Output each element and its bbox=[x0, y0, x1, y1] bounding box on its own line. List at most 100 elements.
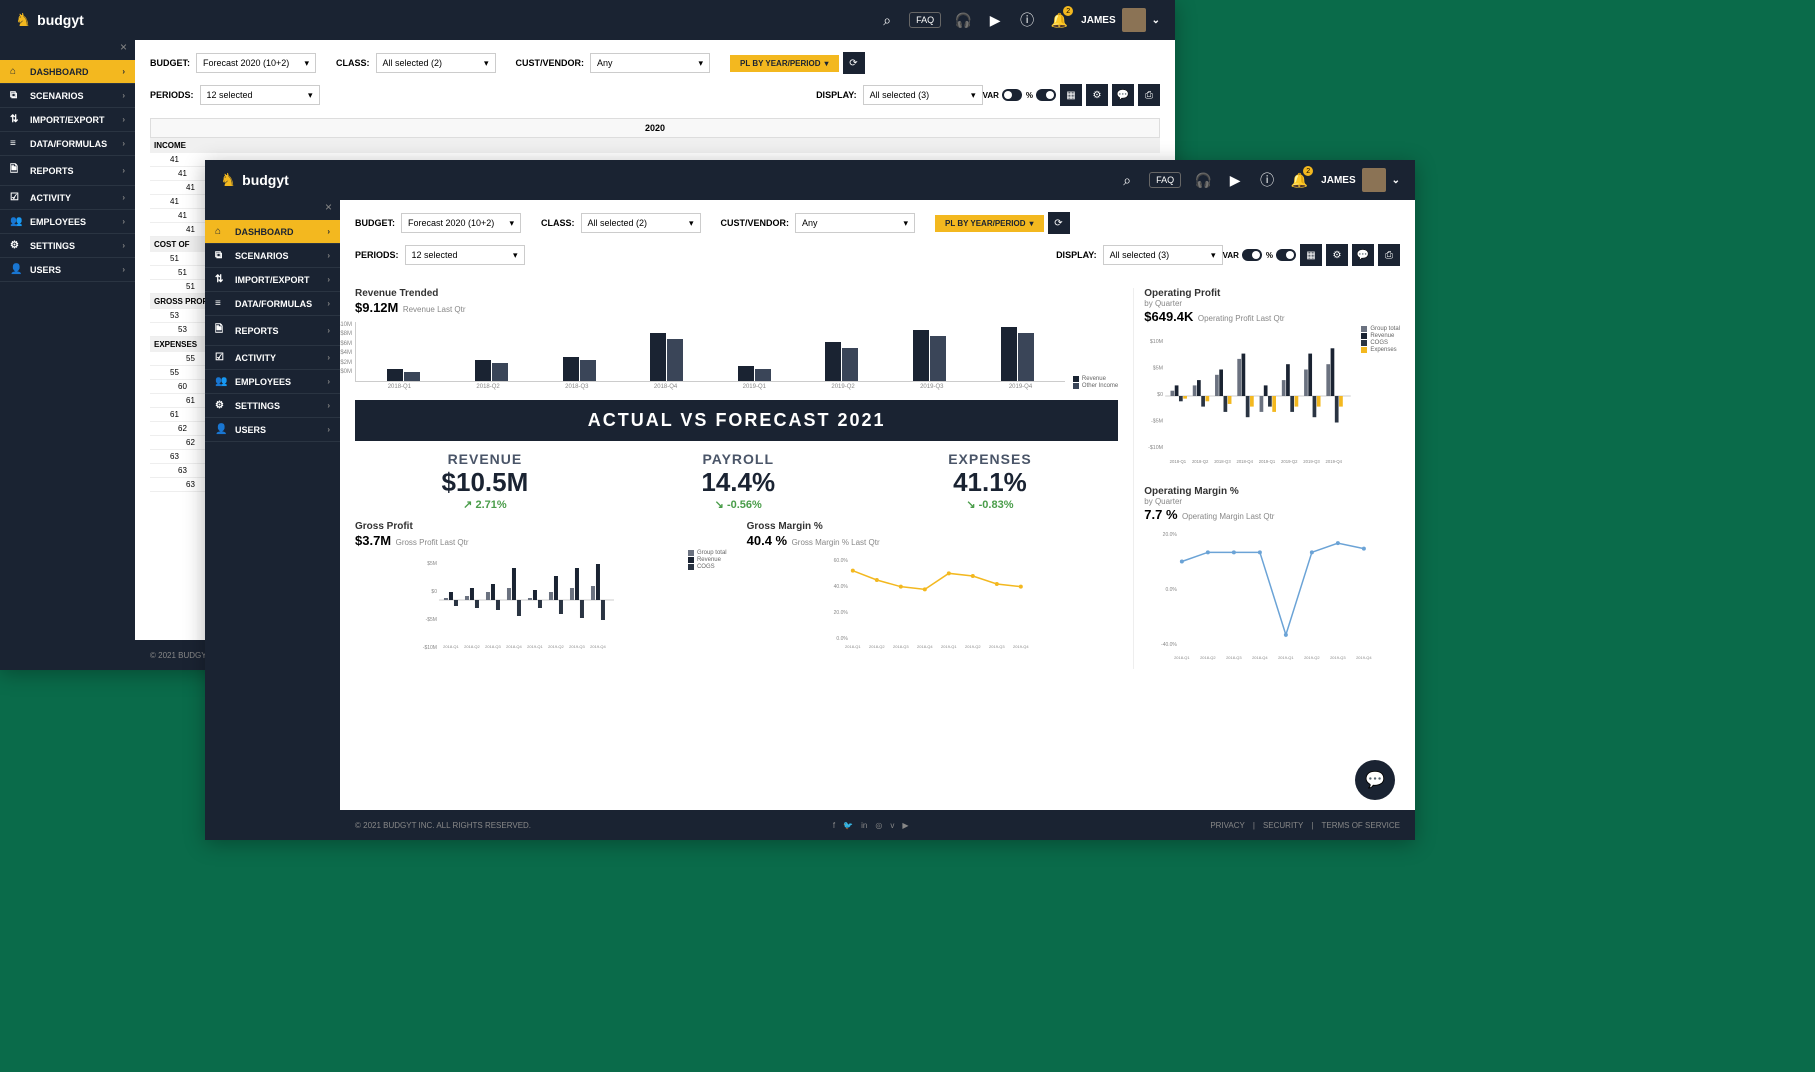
chat-fab[interactable]: 💬 bbox=[1355, 760, 1395, 800]
budget-select[interactable]: Forecast 2020 (10+2)▾ bbox=[401, 213, 521, 233]
sidebar-item-scenarios[interactable]: ⧉SCENARIOS› bbox=[0, 84, 135, 108]
privacy-link[interactable]: PRIVACY bbox=[1210, 821, 1245, 830]
sidebar-item-settings[interactable]: ⚙SETTINGS› bbox=[205, 394, 340, 418]
bell-icon[interactable]: 🔔2 bbox=[1049, 10, 1069, 30]
income-section: INCOME bbox=[150, 138, 1160, 153]
class-select[interactable]: All selected (2)▾ bbox=[581, 213, 701, 233]
headset-icon[interactable]: 🎧 bbox=[1193, 170, 1213, 190]
svg-text:2018-Q1: 2018-Q1 bbox=[443, 644, 459, 649]
svg-text:2018-Q4: 2018-Q4 bbox=[1252, 655, 1268, 660]
sidebar-item-employees[interactable]: 👥EMPLOYEES› bbox=[0, 210, 135, 234]
instagram-icon[interactable]: ◎ bbox=[875, 821, 882, 830]
export-button[interactable]: ⎙ bbox=[1138, 84, 1160, 106]
gross-profit-svg: $5M$0-$5M-$10M 2018-Q12018-Q22018-Q32018… bbox=[355, 550, 683, 650]
security-link[interactable]: SECURITY bbox=[1263, 821, 1303, 830]
svg-text:2019-Q2: 2019-Q2 bbox=[1281, 459, 1298, 464]
file-icon: 🗎 bbox=[215, 322, 227, 339]
class-select[interactable]: All selected (2)▾ bbox=[376, 53, 496, 73]
youtube-icon[interactable]: ▶ bbox=[902, 821, 908, 830]
sidebar-item-data[interactable]: ≡DATA/FORMULAS› bbox=[0, 132, 135, 156]
sidebar-item-reports[interactable]: 🗎REPORTS› bbox=[0, 156, 135, 186]
var-toggle[interactable] bbox=[1002, 89, 1022, 101]
headset-icon[interactable]: 🎧 bbox=[953, 10, 973, 30]
info-icon[interactable]: ⓘ bbox=[1257, 170, 1277, 190]
video-icon[interactable]: ▶ bbox=[1225, 170, 1245, 190]
pct-toggle[interactable] bbox=[1276, 249, 1296, 261]
display-select[interactable]: All selected (3)▾ bbox=[1103, 245, 1223, 265]
faq-button[interactable]: FAQ bbox=[1149, 172, 1181, 188]
user-menu[interactable]: JAMES ⌄ bbox=[1081, 8, 1160, 32]
vendor-label: CUST/VENDOR: bbox=[516, 58, 585, 68]
svg-text:40.0%: 40.0% bbox=[833, 584, 848, 590]
sidebar-item-import[interactable]: ⇅IMPORT/EXPORT› bbox=[205, 268, 340, 292]
sidebar-item-reports[interactable]: 🗎REPORTS› bbox=[205, 316, 340, 346]
svg-text:2019-Q2: 2019-Q2 bbox=[548, 644, 564, 649]
tos-link[interactable]: TERMS OF SERVICE bbox=[1321, 821, 1400, 830]
linkedin-icon[interactable]: in bbox=[861, 821, 867, 830]
vimeo-icon[interactable]: v bbox=[890, 821, 894, 830]
settings-button[interactable]: ⚙ bbox=[1326, 244, 1348, 266]
sidebar-item-users[interactable]: 👤USERS› bbox=[0, 258, 135, 282]
grid-button[interactable]: ▦ bbox=[1060, 84, 1082, 106]
sidebar-item-dashboard[interactable]: ⌂DASHBOARD› bbox=[0, 60, 135, 84]
sidebar-item-users[interactable]: 👤USERS› bbox=[205, 418, 340, 442]
pct-toggle[interactable] bbox=[1036, 89, 1056, 101]
display-select[interactable]: All selected (3)▾ bbox=[863, 85, 983, 105]
avatar bbox=[1362, 168, 1386, 192]
periods-select[interactable]: 12 selected▾ bbox=[405, 245, 525, 265]
video-icon[interactable]: ▶ bbox=[985, 10, 1005, 30]
export-button[interactable]: ⎙ bbox=[1378, 244, 1400, 266]
bell-icon[interactable]: 🔔2 bbox=[1289, 170, 1309, 190]
kpi-payroll: PAYROLL 14.4% ↘ -0.56% bbox=[701, 451, 775, 511]
pl-button[interactable]: PL BY YEAR/PERIOD▾ bbox=[730, 55, 838, 72]
class-label: CLASS: bbox=[336, 58, 370, 68]
chat-button[interactable]: 💬 bbox=[1352, 244, 1374, 266]
svg-text:2019-Q1: 2019-Q1 bbox=[1278, 655, 1294, 660]
operating-profit-svg: $10M$5M$0-$5M-$10M 2018-Q12018-Q22018-Q3… bbox=[1144, 326, 1356, 466]
vendor-select[interactable]: Any▾ bbox=[590, 53, 710, 73]
twitter-icon[interactable]: 🐦 bbox=[843, 821, 853, 830]
var-toggle[interactable] bbox=[1242, 249, 1262, 261]
revenue-trended-chart: Revenue Trended $9.12M Revenue Last Qtr … bbox=[355, 288, 1118, 390]
main-front: BUDGET:Forecast 2020 (10+2)▾ CLASS:All s… bbox=[340, 200, 1415, 840]
svg-text:2019-Q3: 2019-Q3 bbox=[1304, 459, 1321, 464]
sidebar-item-scenarios[interactable]: ⧉SCENARIOS› bbox=[205, 244, 340, 268]
search-icon[interactable]: ⌕ bbox=[877, 10, 897, 30]
budget-select[interactable]: Forecast 2020 (10+2)▾ bbox=[196, 53, 316, 73]
sidebar-item-activity[interactable]: ☑ACTIVITY› bbox=[205, 346, 340, 370]
vendor-select[interactable]: Any▾ bbox=[795, 213, 915, 233]
facebook-icon[interactable]: f bbox=[833, 821, 835, 830]
refresh-button[interactable]: ⟳ bbox=[843, 52, 865, 74]
notif-badge: 2 bbox=[1063, 6, 1073, 16]
topbar-back: ♞ budgyt ⌕ FAQ 🎧 ▶ ⓘ 🔔2 JAMES ⌄ bbox=[0, 0, 1175, 40]
settings-button[interactable]: ⚙ bbox=[1086, 84, 1108, 106]
sidebar-item-dashboard[interactable]: ⌂DASHBOARD› bbox=[205, 220, 340, 244]
info-icon[interactable]: ⓘ bbox=[1017, 10, 1037, 30]
topbar-front: ♞ budgyt ⌕ FAQ 🎧 ▶ ⓘ 🔔2 JAMES ⌄ bbox=[205, 160, 1415, 200]
svg-text:2018-Q3: 2018-Q3 bbox=[1214, 459, 1231, 464]
chat-button[interactable]: 💬 bbox=[1112, 84, 1134, 106]
transfer-icon: ⇅ bbox=[10, 114, 22, 125]
close-icon[interactable]: × bbox=[0, 40, 135, 60]
search-icon[interactable]: ⌕ bbox=[1117, 170, 1137, 190]
chevron-down-icon: ⌄ bbox=[1152, 15, 1160, 26]
refresh-button[interactable]: ⟳ bbox=[1048, 212, 1070, 234]
faq-button[interactable]: FAQ bbox=[909, 12, 941, 28]
logo[interactable]: ♞ budgyt bbox=[15, 10, 84, 31]
svg-text:2018-Q2: 2018-Q2 bbox=[464, 644, 480, 649]
grid-button[interactable]: ▦ bbox=[1300, 244, 1322, 266]
close-icon[interactable]: × bbox=[205, 200, 340, 220]
pl-button[interactable]: PL BY YEAR/PERIOD▾ bbox=[935, 215, 1043, 232]
sidebar-item-activity[interactable]: ☑ACTIVITY› bbox=[0, 186, 135, 210]
sidebar-item-import[interactable]: ⇅IMPORT/EXPORT› bbox=[0, 108, 135, 132]
gross-margin-svg: 60.0%40.0%20.0%0.0% 2018-Q12018-Q22018-Q… bbox=[747, 550, 1119, 650]
sidebar-item-employees[interactable]: 👥EMPLOYEES› bbox=[205, 370, 340, 394]
svg-text:2018-Q1: 2018-Q1 bbox=[1174, 655, 1190, 660]
logo[interactable]: ♞ budgyt bbox=[220, 170, 289, 191]
sidebar-item-data[interactable]: ≡DATA/FORMULAS› bbox=[205, 292, 340, 316]
user-menu[interactable]: JAMES ⌄ bbox=[1321, 168, 1400, 192]
sidebar-item-settings[interactable]: ⚙SETTINGS› bbox=[0, 234, 135, 258]
periods-select[interactable]: 12 selected▾ bbox=[200, 85, 320, 105]
check-icon: ☑ bbox=[10, 192, 22, 203]
periods-label: PERIODS: bbox=[150, 90, 194, 100]
